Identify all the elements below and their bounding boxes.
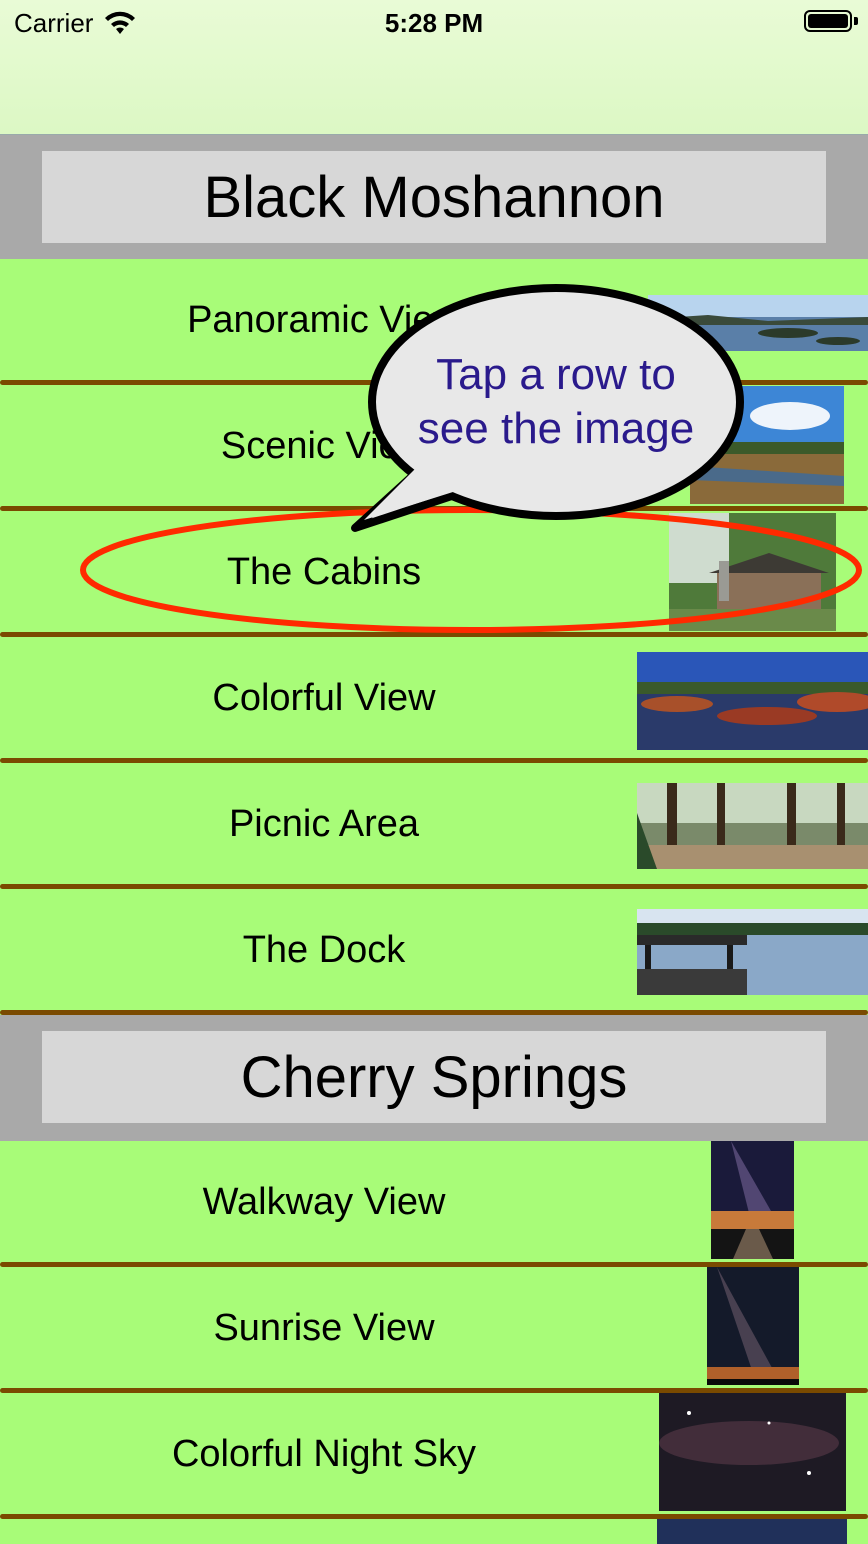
table-row[interactable]: Picnic Area — [0, 763, 868, 889]
row-label: Picnic Area — [228, 802, 420, 845]
walkway-thumbnail — [711, 1141, 794, 1259]
picnic-thumbnail — [637, 783, 868, 869]
table-row[interactable] — [0, 1519, 868, 1544]
callout-text: Tap a row to see the image — [372, 348, 740, 456]
night-sky-thumbnail — [659, 1393, 846, 1511]
section-header-black-moshannon: Black Moshannon — [0, 135, 868, 259]
colorful-view-thumbnail — [637, 652, 868, 750]
section-title: Cherry Springs — [42, 1031, 826, 1123]
sunrise-thumbnail — [707, 1267, 799, 1385]
table-row[interactable]: Colorful View — [0, 637, 868, 763]
panorama-thumbnail — [648, 295, 868, 351]
row-label: Walkway View — [202, 1180, 446, 1223]
row-label: Sunrise View — [213, 1306, 435, 1349]
table-row[interactable]: Walkway View — [0, 1141, 868, 1267]
thumbnail-partial — [657, 1519, 847, 1544]
section-title: Black Moshannon — [42, 151, 826, 243]
clock: 5:28 PM — [384, 8, 484, 38]
battery-nub — [854, 17, 858, 25]
cabins-thumbnail — [669, 513, 836, 631]
row-label: The Dock — [242, 928, 406, 971]
table-row[interactable]: The Dock — [0, 889, 868, 1015]
table-row[interactable]: The Cabins — [0, 511, 868, 637]
row-label: Colorful Night Sky — [171, 1432, 477, 1475]
row-label: The Cabins — [226, 550, 422, 593]
table-row[interactable]: Colorful Night Sky — [0, 1393, 868, 1519]
table-row[interactable]: Sunrise View — [0, 1267, 868, 1393]
status-bar: Carrier 5:28 PM — [0, 0, 868, 135]
battery-icon — [804, 10, 852, 32]
callout-line-1: Tap a row to — [436, 350, 676, 399]
section-header-cherry-springs: Cherry Springs — [0, 1015, 868, 1141]
callout-line-2: see the image — [417, 404, 695, 453]
row-label: Colorful View — [212, 676, 436, 719]
dock-thumbnail — [637, 909, 868, 995]
